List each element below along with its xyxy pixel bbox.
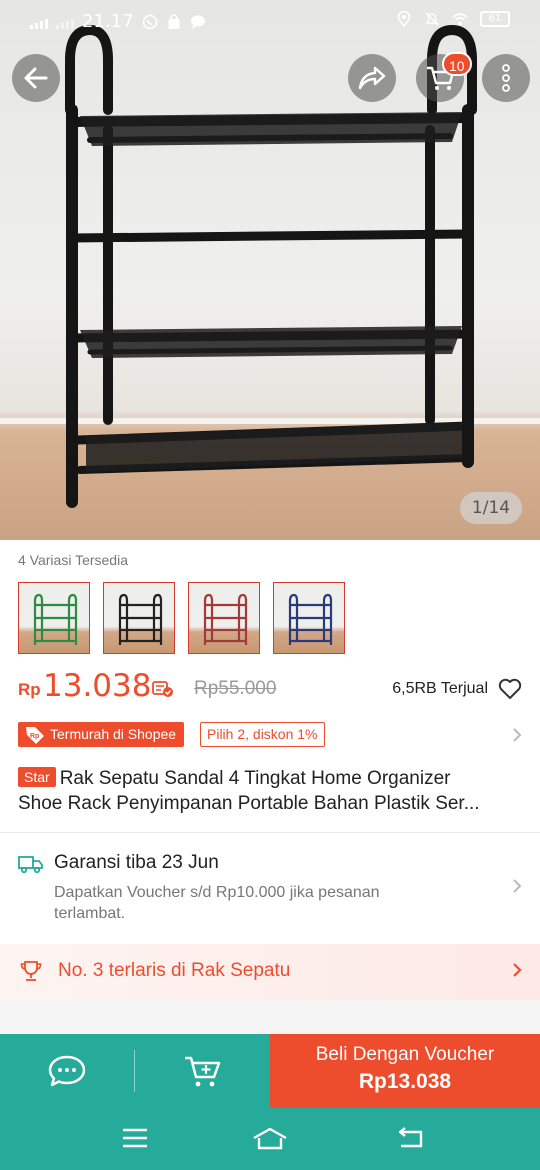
- more-button[interactable]: [482, 54, 530, 102]
- original-price: Rp55.000: [194, 678, 277, 699]
- cheapest-badge: Rp Termurah di Shopee: [18, 722, 185, 747]
- chevron-right-icon: [513, 728, 522, 742]
- discount-badge: Pilih 2, diskon 1%: [200, 722, 325, 747]
- star-seller-badge: Star: [18, 767, 56, 787]
- share-button[interactable]: [348, 54, 396, 102]
- coins-icon: [152, 681, 173, 697]
- add-to-cart-button[interactable]: [135, 1034, 270, 1108]
- variation-thumb-blue[interactable]: [273, 582, 345, 654]
- system-navigation-bar: [0, 1108, 540, 1170]
- buy-with-voucher-button[interactable]: Beli Dengan Voucher Rp13.038: [270, 1034, 540, 1108]
- cheapest-badge-label: Termurah di Shopee: [50, 726, 177, 742]
- menu-icon[interactable]: [121, 1126, 149, 1150]
- buy-button-label: Beli Dengan Voucher: [315, 1044, 495, 1065]
- ranking-text: No. 3 terlaris di Rak Sepatu: [58, 960, 291, 981]
- battery-icon: 61: [480, 11, 510, 27]
- location-icon: [397, 11, 411, 27]
- chat-icon: [48, 1055, 86, 1087]
- guarantee-subtitle: Dapatkan Voucher s/d Rp10.000 jika pesan…: [54, 884, 380, 922]
- currency-label: Rp: [18, 680, 41, 699]
- home-icon[interactable]: [252, 1126, 288, 1152]
- promo-badges[interactable]: Rp Termurah di Shopee Pilih 2, diskon 1%: [18, 722, 522, 748]
- variation-thumb-green[interactable]: [18, 582, 90, 654]
- share-icon: [358, 66, 386, 90]
- svg-text:Rp: Rp: [30, 733, 39, 740]
- variations-label: 4 Variasi Tersedia: [18, 552, 128, 568]
- add-to-cart-icon: [184, 1056, 220, 1087]
- image-counter: 1/14: [460, 492, 522, 524]
- variation-thumbnails: [18, 582, 345, 654]
- section-spacer: [0, 1000, 540, 1034]
- bestseller-ranking[interactable]: No. 3 terlaris di Rak Sepatu: [0, 944, 540, 1000]
- chat-button[interactable]: [0, 1034, 134, 1108]
- wifi-icon: [452, 13, 468, 26]
- product-title: Star Rak Sepatu Sandal 4 Tingkat Home Org…: [18, 766, 522, 816]
- title-line-1: Rak Sepatu Sandal 4 Tingkat Home Organiz…: [59, 768, 451, 789]
- cart-button[interactable]: 10: [416, 52, 472, 102]
- variation-thumb-red[interactable]: [188, 582, 260, 654]
- sold-count: 6,5RB Terjual: [392, 680, 488, 697]
- trophy-icon: [20, 961, 42, 981]
- title-line-2: Shoe Rack Penyimpanan Portable Bahan Pla…: [18, 793, 480, 814]
- back-nav-icon[interactable]: [397, 1126, 425, 1150]
- signal-icon: [56, 15, 74, 29]
- back-button[interactable]: [12, 54, 60, 102]
- cart-count-badge: 10: [442, 52, 472, 76]
- status-bar: 21.17 61: [0, 0, 540, 42]
- price-row: Rp 13.038 Rp55.000 6,5RB Terjual: [18, 668, 522, 708]
- product-page: 21.17 61 10 1/14 4 Variasi Tersedia Rp 1…: [0, 0, 540, 1170]
- truck-icon: [18, 856, 43, 874]
- price-tag-icon: Rp: [26, 727, 44, 744]
- clock: 21.17: [82, 11, 134, 32]
- divider: [0, 832, 540, 833]
- delivery-guarantee[interactable]: Garansi tiba 23 Jun Dapatkan Voucher s/d…: [18, 850, 522, 930]
- more-vertical-icon: [502, 64, 510, 92]
- bottom-action-bar: Beli Dengan Voucher Rp13.038: [0, 1034, 540, 1108]
- guarantee-title: Garansi tiba 23 Jun: [54, 852, 219, 873]
- variation-thumb-black[interactable]: [103, 582, 175, 654]
- current-price: 13.038: [43, 668, 152, 704]
- chevron-right-icon: [513, 963, 522, 977]
- whatsapp-icon: [142, 14, 157, 29]
- mute-icon: [425, 12, 439, 26]
- chevron-right-icon: [513, 879, 522, 893]
- heart-icon[interactable]: [498, 678, 522, 700]
- arrow-left-icon: [24, 67, 48, 89]
- product-image[interactable]: 21.17 61 10 1/14: [0, 0, 540, 540]
- message-icon: [190, 15, 205, 29]
- buy-button-price: Rp13.038: [358, 1070, 452, 1093]
- signal-icon: [30, 15, 48, 29]
- shopping-bag-icon: [168, 13, 180, 29]
